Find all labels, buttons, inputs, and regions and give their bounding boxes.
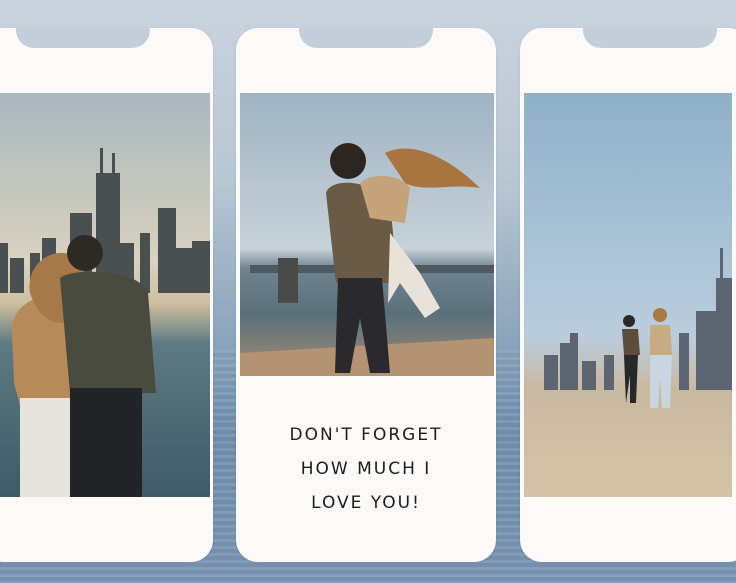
phone-frame-middle: DON'T FORGET HOW MUCH I LOVE YOU! — [236, 28, 496, 562]
couple-beach-spin-photo — [240, 93, 494, 376]
phone-frame-right — [520, 28, 736, 562]
message-line-2: HOW MUCH I — [300, 459, 432, 479]
couple-skyline-photo — [0, 93, 210, 497]
phone-notch — [16, 28, 150, 48]
phone-notch — [583, 28, 717, 48]
phone-frame-left — [0, 28, 213, 562]
skyline-beach-illustration — [544, 248, 732, 408]
message-line-1: DON'T FORGET — [289, 425, 443, 445]
couple-walking-beach-photo — [524, 93, 732, 497]
message-line-3: LOVE YOU! — [311, 493, 421, 513]
love-message: DON'T FORGET HOW MUCH I LOVE YOU! — [236, 418, 496, 520]
city-skyline-illustration — [0, 148, 210, 497]
beach-illustration — [240, 143, 494, 376]
phone-notch — [299, 28, 433, 48]
